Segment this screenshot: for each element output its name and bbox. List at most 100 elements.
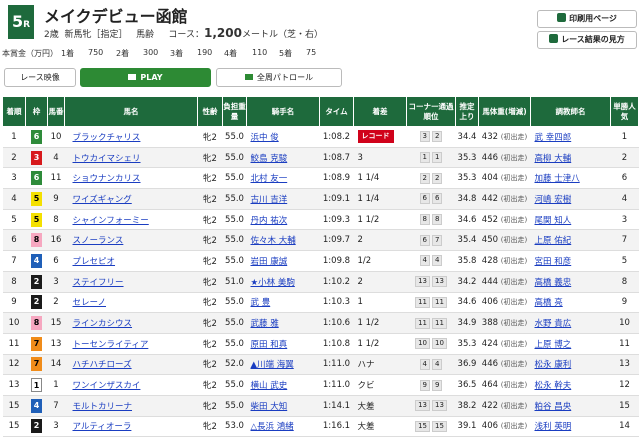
video-camera-icon — [128, 73, 137, 80]
cell-body-weight: 422 (初出走) — [478, 395, 531, 417]
cell-time: 1:08.2 — [319, 126, 354, 148]
waku-badge: 1 — [31, 378, 42, 393]
cell-weight: 55.0 — [222, 312, 247, 334]
cell-jockey: △長浜 鴻緒 — [246, 416, 320, 438]
horse-link[interactable]: プレセピオ — [73, 257, 116, 267]
cell-popularity: 9 — [610, 292, 639, 314]
trainer-link[interactable]: 粕谷 昌央 — [535, 402, 572, 412]
corner-position: 6 — [432, 193, 443, 205]
horse-link[interactable]: ラインカシウス — [73, 319, 133, 329]
corner-position: 9 — [432, 379, 443, 391]
jockey-link[interactable]: 岩田 康誠 — [251, 257, 288, 267]
body-weight-diff: (初出走) — [500, 236, 528, 245]
horse-link[interactable]: セレーノ — [73, 298, 107, 308]
trainer-link[interactable]: 河嶋 宏樹 — [535, 195, 572, 205]
print-page-button[interactable]: 印刷用ページ — [537, 10, 637, 28]
cell-jockey: 柴田 大知 — [246, 395, 320, 417]
horse-link[interactable]: ワンインザスカイ — [73, 381, 141, 391]
horse-link[interactable]: トーセンライティア — [73, 340, 149, 350]
cell-weight: 51.0 — [222, 271, 247, 293]
cell-popularity: 12 — [610, 374, 639, 396]
cell-umaban: 11 — [47, 167, 65, 190]
results-guide-button[interactable]: レース結果の見方 — [537, 31, 637, 49]
race-video-button[interactable]: レース映像 — [4, 68, 76, 87]
trainer-link[interactable]: 浅利 英明 — [535, 422, 572, 432]
jockey-link[interactable]: 佐々木 大輔 — [251, 236, 296, 246]
prize-amount: 300 — [143, 48, 159, 57]
jockey-link[interactable]: 浜中 俊 — [251, 133, 279, 143]
col-header-popularity: 単勝人気 — [610, 96, 639, 127]
trainer-link[interactable]: 上原 佑紀 — [535, 236, 572, 246]
cell-time: 1:10.6 — [319, 312, 354, 334]
horse-link[interactable]: ブラックチャリス — [73, 133, 141, 143]
cell-corner: 99 — [406, 374, 456, 396]
horse-link[interactable]: ハチハチローズ — [73, 360, 132, 370]
jockey-link[interactable]: ▲川端 海翼 — [251, 360, 294, 370]
cell-waku: 2 — [25, 292, 48, 314]
cell-trainer: 浅利 英明 — [530, 416, 611, 438]
horse-link[interactable]: ステイフリー — [73, 278, 124, 288]
horse-link[interactable]: ワイズギャング — [73, 195, 132, 205]
cell-margin: 3 — [353, 147, 407, 169]
cell-margin: 1 1/4 — [353, 188, 407, 210]
trainer-link[interactable]: 松永 幹夫 — [535, 381, 572, 391]
table-row: 15 4 7 モルトカリーナ 牝2 55.0 柴田 大知 1:14.1 大差 13 13 38.2 42… — [2, 395, 639, 417]
trainer-link[interactable]: 加藤 士津八 — [535, 174, 580, 184]
body-weight-diff: (初出走) — [500, 256, 528, 265]
trainer-link[interactable]: 高橋 亮 — [535, 298, 563, 308]
corner-position: 4 — [432, 358, 443, 370]
horse-link[interactable]: モルトカリーナ — [73, 402, 133, 412]
trainer-link[interactable]: 尾関 知人 — [535, 216, 572, 226]
corner-position: 1 — [419, 152, 430, 164]
jockey-link[interactable]: ★小林 美駒 — [251, 278, 295, 288]
horse-link[interactable]: ショウナンカリス — [73, 174, 141, 184]
cell-umaban: 16 — [47, 229, 65, 252]
waku-badge: 2 — [31, 274, 42, 289]
body-weight-value: 444 — [481, 276, 499, 287]
trainer-link[interactable]: 高橋 義忠 — [535, 278, 572, 288]
jockey-link[interactable]: 武藤 雅 — [251, 319, 279, 329]
horse-link[interactable]: アルティオーラ — [73, 422, 132, 432]
body-weight-value: 424 — [481, 338, 499, 349]
trainer-link[interactable]: 高柳 大輔 — [535, 154, 572, 164]
cell-time: 1:08.7 — [319, 147, 354, 169]
cell-time: 1:10.8 — [319, 333, 354, 355]
cell-weight: 55.0 — [222, 147, 247, 169]
patrol-video-button[interactable]: 全周パトロール — [216, 68, 342, 87]
cell-sex-age: 牝2 — [197, 167, 223, 190]
cell-last3f: 36.5 — [455, 374, 479, 396]
cell-time: 1:08.9 — [319, 167, 354, 190]
horse-link[interactable]: トウカイマシェリ — [73, 154, 141, 164]
cell-umaban: 9 — [47, 188, 65, 210]
cell-body-weight: 444 (初出走) — [478, 271, 531, 293]
horse-link[interactable]: シャインフォーミー — [73, 216, 149, 226]
table-row: 8 2 3 ステイフリー 牝2 51.0 ★小林 美駒 1:10.2 2 13 13 34.2 444 … — [2, 271, 639, 293]
body-weight-value: 452 — [481, 214, 499, 225]
jockey-link[interactable]: 丹内 祐次 — [251, 216, 288, 226]
waku-badge: 4 — [31, 253, 42, 268]
jockey-link[interactable]: 横山 武史 — [251, 381, 288, 391]
jockey-link[interactable]: 柴田 大知 — [251, 402, 288, 412]
cell-last3f: 34.8 — [455, 188, 479, 210]
cell-trainer: 高橋 亮 — [530, 292, 611, 314]
body-weight-value: 406 — [481, 297, 499, 308]
trainer-link[interactable]: 上原 博之 — [535, 340, 572, 350]
trainer-link[interactable]: 武 幸四郎 — [535, 133, 572, 143]
jockey-link[interactable]: 北村 友一 — [251, 174, 288, 184]
cell-body-weight: 442 (初出走) — [478, 188, 531, 210]
play-button[interactable]: PLAY — [80, 68, 211, 87]
horse-link[interactable]: スノーランス — [73, 236, 124, 246]
jockey-link[interactable]: 原田 和真 — [251, 340, 288, 350]
trainer-link[interactable]: 松永 康利 — [535, 360, 572, 370]
cell-last3f: 34.9 — [455, 312, 479, 334]
trainer-link[interactable]: 水野 貴広 — [535, 319, 572, 329]
cell-umaban: 15 — [47, 312, 65, 334]
jockey-link[interactable]: 古川 吉洋 — [251, 195, 288, 205]
jockey-link[interactable]: △長浜 鴻緒 — [251, 422, 294, 432]
jockey-link[interactable]: 鮫島 克駿 — [251, 154, 288, 164]
trainer-link[interactable]: 宮田 和彦 — [535, 257, 572, 267]
jockey-link[interactable]: 武 豊 — [251, 298, 271, 308]
corner-position: 6 — [419, 234, 430, 246]
body-weight-diff: (初出走) — [500, 319, 528, 328]
print-icon — [557, 13, 567, 22]
